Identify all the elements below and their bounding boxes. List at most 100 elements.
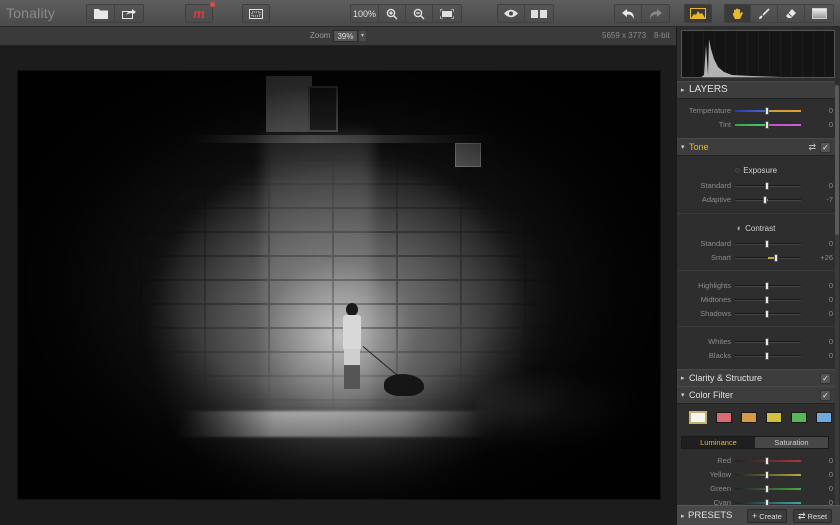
slider-track[interactable]: [735, 471, 801, 479]
slider-value: 0: [828, 484, 833, 493]
hand-tool-button[interactable]: [725, 5, 751, 22]
swatch-green[interactable]: [791, 412, 807, 423]
zoom-dropdown[interactable]: ▾: [359, 31, 366, 41]
slider-value: 0: [828, 181, 833, 190]
slider-knob[interactable]: [765, 352, 769, 360]
tone-header[interactable]: ▾ Tone ⇄ ✓: [677, 138, 835, 156]
slider-knob[interactable]: [765, 485, 769, 493]
slider-label: Standard: [700, 181, 731, 190]
bit-depth: 8-bit: [654, 31, 670, 40]
app-title: Tonality: [6, 5, 56, 21]
tonality-app: Tonality m 100% Zoom 39% ▾ 5659 x 3773 8…: [0, 0, 840, 525]
compare-button[interactable]: [525, 5, 553, 22]
swatch-orange[interactable]: [741, 412, 757, 423]
slider-knob[interactable]: [765, 457, 769, 465]
slider-row: Temperature 0: [677, 105, 835, 117]
color-filter-header[interactable]: ▾ Color Filter ✓: [677, 386, 835, 404]
slider-knob[interactable]: [765, 310, 769, 318]
swatch-yellow[interactable]: [766, 412, 782, 423]
tab-saturation[interactable]: Saturation: [755, 437, 828, 448]
slider-knob[interactable]: [765, 107, 769, 115]
preview-button[interactable]: [498, 5, 525, 22]
slider-knob[interactable]: [765, 240, 769, 248]
clarity-enable-checkbox[interactable]: ✓: [820, 373, 831, 384]
slider-track[interactable]: [735, 310, 801, 318]
slider-knob[interactable]: [765, 182, 769, 190]
slider-row: Midtones 0: [677, 294, 835, 306]
notification-dot: [210, 2, 215, 7]
slider-row: Smart +26: [677, 252, 835, 264]
fit-button[interactable]: [433, 5, 461, 22]
frame-button[interactable]: [243, 5, 269, 22]
layers-header[interactable]: ▸ LAYERS: [677, 81, 835, 99]
clarity-header[interactable]: ▸ Clarity & Structure ✓: [677, 369, 835, 387]
open-button[interactable]: [87, 5, 115, 22]
reset-preset-button[interactable]: ⇄ Reset: [793, 509, 833, 523]
undo-button[interactable]: [615, 5, 642, 22]
expand-icon: ▸: [681, 375, 685, 382]
zoom-100-button[interactable]: 100%: [351, 5, 379, 22]
macphun-button[interactable]: m: [186, 2, 215, 22]
gradient-tool-button[interactable]: [805, 5, 833, 22]
slider-value: -7: [826, 195, 833, 204]
reset-icon: ⇄: [798, 511, 806, 521]
slider-knob[interactable]: [765, 338, 769, 346]
histogram-graph: [701, 39, 802, 77]
slider-knob[interactable]: [763, 196, 768, 204]
slider-knob[interactable]: [765, 471, 769, 479]
gradient-icon: [811, 8, 827, 19]
slider-track[interactable]: [735, 107, 801, 115]
zoom-out-button[interactable]: [406, 5, 433, 22]
histogram-toggle[interactable]: [685, 5, 711, 22]
slider-track[interactable]: [735, 182, 801, 190]
slider-knob[interactable]: [765, 282, 769, 290]
eraser-tool-button[interactable]: [778, 5, 805, 22]
slider-row: Green 0: [677, 483, 835, 495]
slider-track[interactable]: [735, 338, 801, 346]
slider-track[interactable]: [735, 485, 801, 493]
presets-title[interactable]: PRESETS: [688, 510, 732, 521]
panel-scrollbar[interactable]: [835, 85, 839, 505]
slider-track[interactable]: [735, 457, 801, 465]
exposure-icon: ◌: [734, 165, 741, 175]
image-canvas[interactable]: [0, 46, 676, 525]
split-view-icon: [531, 9, 547, 18]
slider-row: Highlights 0: [677, 280, 835, 292]
slider-track[interactable]: [735, 196, 801, 204]
zoom-field[interactable]: 39%: [333, 30, 358, 42]
create-preset-button[interactable]: + Create: [747, 509, 787, 523]
swatch-red[interactable]: [716, 412, 732, 423]
color-filter-enable-checkbox[interactable]: ✓: [820, 390, 831, 401]
zoom-group: 100%: [350, 4, 462, 23]
slider-knob[interactable]: [765, 121, 769, 129]
hand-icon: [732, 8, 743, 20]
panel-scrollbar-thumb[interactable]: [835, 85, 839, 235]
eraser-icon: [785, 8, 797, 20]
photo-preview[interactable]: [18, 71, 660, 499]
image-dimensions: 5659 x 3773: [602, 31, 647, 40]
tone-enable-checkbox[interactable]: ✓: [820, 142, 831, 153]
clarity-title: Clarity & Structure: [689, 373, 763, 383]
macphun-group: m: [185, 2, 215, 23]
redo-button[interactable]: [642, 5, 669, 22]
swatch-blue[interactable]: [816, 412, 832, 423]
slider-knob[interactable]: [773, 254, 778, 262]
expand-icon: ▸: [681, 513, 685, 520]
divider: [677, 326, 835, 327]
slider-track[interactable]: [735, 352, 801, 360]
tab-luminance[interactable]: Luminance: [682, 437, 755, 448]
swatch-white[interactable]: [689, 411, 707, 424]
brush-tool-button[interactable]: [751, 5, 778, 22]
reset-label: Reset: [807, 512, 828, 521]
slider-row: Adaptive -7: [677, 194, 835, 206]
slider-track[interactable]: [735, 282, 801, 290]
slider-track[interactable]: [735, 121, 801, 129]
slider-track[interactable]: [735, 240, 801, 248]
slider-track[interactable]: [735, 254, 801, 262]
slider-track[interactable]: [735, 499, 801, 507]
export-button[interactable]: [115, 5, 143, 22]
slider-track[interactable]: [735, 296, 801, 304]
reset-icon[interactable]: ⇄: [808, 142, 816, 153]
slider-knob[interactable]: [765, 296, 769, 304]
zoom-in-button[interactable]: [379, 5, 406, 22]
